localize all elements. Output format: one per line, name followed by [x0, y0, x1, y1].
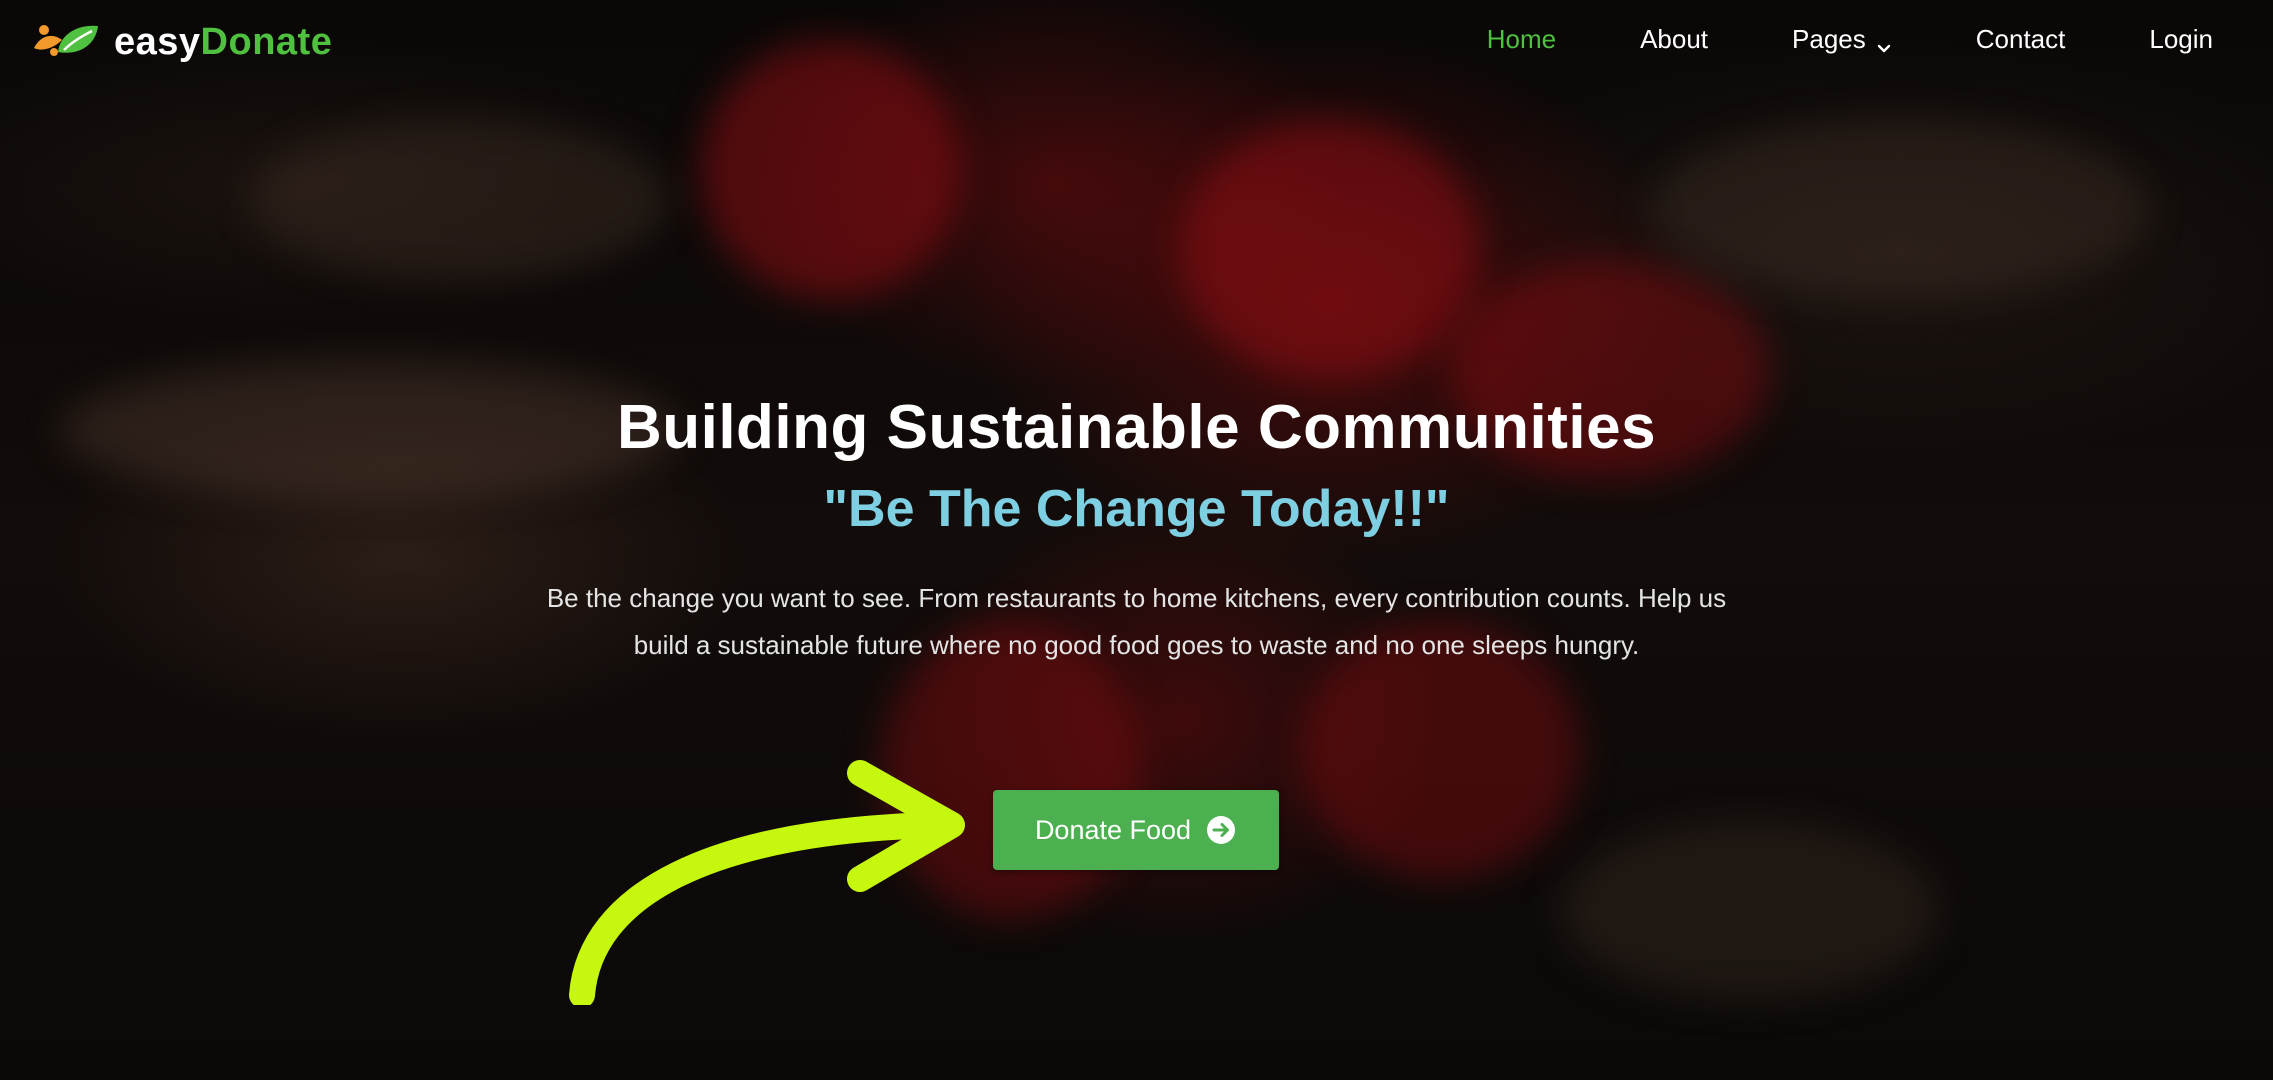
background-photo-shape — [250, 120, 670, 280]
leaf-logo-icon — [30, 18, 104, 66]
nav-item-pages[interactable]: Pages — [1792, 24, 1892, 55]
brand-name-part1: easy — [114, 20, 201, 63]
nav-item-pages-label: Pages — [1792, 24, 1866, 54]
top-navigation: easyDonate Home About Pages Contact Logi… — [0, 0, 2273, 84]
brand-logo[interactable]: easyDonate — [30, 18, 332, 66]
background-photo-shape — [1560, 820, 1940, 1000]
background-photo-shape — [1180, 120, 1480, 380]
hero-title: Building Sustainable Communities — [616, 393, 1657, 462]
donate-food-button[interactable]: Donate Food — [993, 790, 1279, 870]
hero-section: easyDonate Home About Pages Contact Logi… — [0, 0, 2273, 1080]
nav-item-home[interactable]: Home — [1487, 24, 1556, 55]
nav-menu: Home About Pages Contact Login — [1403, 24, 2213, 55]
chevron-down-icon — [1876, 32, 1892, 52]
hero-description: Be the change you want to see. From rest… — [546, 583, 1727, 660]
background-photo-shape — [1650, 120, 2150, 300]
brand-name-part2: Donate — [200, 20, 333, 63]
nav-item-contact[interactable]: Contact — [1976, 24, 2066, 55]
hero-content: Building Sustainable Communities "Be The… — [0, 392, 2273, 669]
arrow-right-circle-icon — [1205, 814, 1237, 846]
nav-item-about[interactable]: About — [1640, 24, 1708, 55]
donate-food-button-label: Donate Food — [1034, 814, 1192, 845]
nav-item-login[interactable]: Login — [2149, 24, 2213, 55]
curved-arrow-icon — [569, 760, 965, 1005]
hero-subtitle: "Be The Change Today!!" — [823, 480, 1450, 538]
brand-name: easyDonate — [114, 21, 332, 64]
